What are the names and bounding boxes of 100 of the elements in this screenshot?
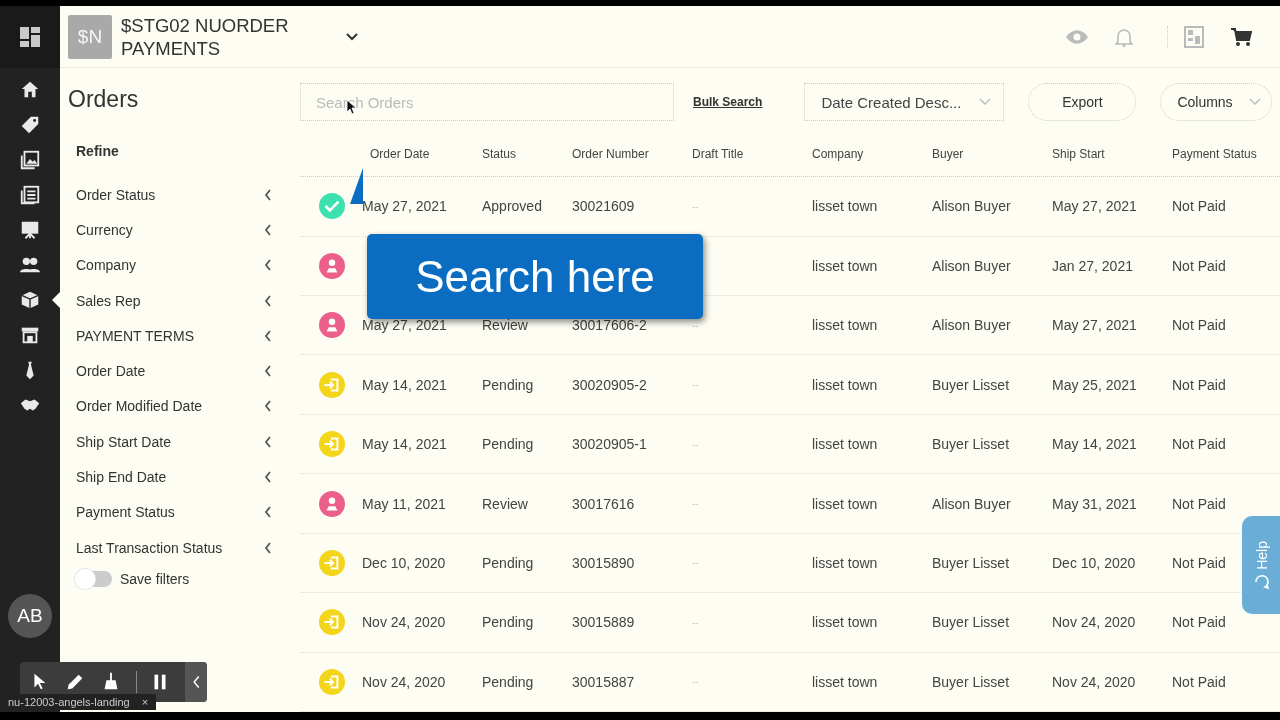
callout-pointer [349,168,363,206]
chevron-left-icon[interactable] [264,365,272,378]
table-cell: lisset town [812,317,878,334]
table-cell: May 14, 2021 [362,436,447,453]
pending-status-icon [319,371,345,398]
table-cell: 30015890 [572,554,635,571]
table-cell: Alison Buyer [932,495,1011,512]
table-cell: May 11, 2021 [362,495,446,512]
table-cell: Pending [482,376,534,393]
table-cell: lisset town [812,198,878,215]
toggle-label: Save filters [120,571,190,588]
filter-item[interactable]: Sales Rep [76,292,141,309]
column-header[interactable]: Buyer [932,147,964,162]
table-cell: Buyer Lisset [932,554,1010,571]
chevron-left-icon[interactable] [185,662,207,702]
filter-item[interactable]: Last Transaction Status [76,539,223,556]
column-header[interactable]: Order Date [362,147,430,162]
filter-item[interactable]: Ship Start Date [76,433,171,450]
empty-cell-mark: -- [692,319,699,331]
column-header[interactable]: Status [482,147,517,162]
chevron-down-icon[interactable] [345,31,359,42]
table-cell: May 27, 2021 [1052,198,1137,215]
chevron-left-icon[interactable] [264,541,272,554]
table-cell: Buyer Lisset [932,376,1010,393]
table-cell: lisset town [812,436,878,453]
review-status-icon [319,312,345,339]
chevron-left-icon[interactable] [264,294,272,307]
table-cell: Not Paid [1172,673,1226,690]
close-button[interactable]: × [141,696,149,708]
approved-status-icon [319,193,345,220]
table-cell: Nov 24, 2020 [1052,673,1136,690]
chevron-left-icon[interactable] [264,435,272,448]
chat-bubble-icon [1255,575,1269,590]
column-header[interactable]: Company [812,147,864,162]
filter-item[interactable]: Order Date [76,363,146,380]
table-cell: lisset town [812,257,878,274]
callout-label: Search here [367,234,703,319]
empty-cell-mark: -- [692,676,699,688]
empty-cell-mark: -- [692,200,699,212]
table-cell: lisset town [812,614,878,631]
chevron-left-icon[interactable] [264,188,272,201]
filter-item[interactable]: PAYMENT TERMS [76,327,194,344]
table-cell: May 27, 2021 [362,317,447,334]
cart-icon[interactable] [1230,26,1252,47]
table-cell: lisset town [812,554,878,571]
empty-cell-mark: -- [692,438,699,450]
table-cell: Alison Buyer [932,198,1011,215]
column-header[interactable]: Payment Status [1172,147,1257,162]
table-cell: May 31, 2021 [1052,495,1137,512]
table-cell: Pending [482,554,534,571]
recording-tag: nu-12003-angels-landing [8,696,130,708]
review-status-icon [319,252,345,279]
filter-item[interactable]: Payment Status [76,504,175,521]
column-header[interactable]: Draft Title [692,147,744,162]
page-title: Orders [68,86,140,113]
user-avatar[interactable]: AB [8,594,52,638]
chevron-left-icon[interactable] [264,506,272,519]
table-cell: May 14, 2021 [362,376,447,393]
filter-item[interactable]: Company [76,257,136,274]
table-cell: Not Paid [1172,614,1226,631]
chevron-left-icon[interactable] [264,329,272,342]
chevron-down-icon [1249,98,1262,107]
filter-item[interactable]: Currency [76,221,133,238]
sort-dropdown[interactable]: Date Created Desc... [804,83,1005,122]
empty-cell-mark: -- [692,557,699,569]
table-cell: Buyer Lisset [932,673,1010,690]
table-cell: Not Paid [1172,554,1226,571]
table-cell: Pending [482,673,534,690]
table-cell: Not Paid [1172,317,1226,334]
dashboard-icon[interactable] [19,26,41,48]
chevron-down-icon [979,98,992,107]
table-cell: Not Paid [1172,436,1226,453]
chevron-left-icon[interactable] [264,259,272,272]
refine-heading: Refine [76,143,120,159]
table-cell: 30017616 [572,495,635,512]
chevron-left-icon[interactable] [264,400,272,413]
chevron-left-icon[interactable] [264,471,272,483]
filter-item[interactable]: Ship End Date [76,469,167,485]
table-cell: 30015889 [572,614,635,631]
column-header[interactable]: Ship Start [1052,147,1105,162]
table-cell: Nov 24, 2020 [362,614,446,631]
table-cell: Not Paid [1172,198,1226,215]
toggle-switch[interactable] [76,571,112,588]
gallery-icon[interactable] [19,148,41,171]
company-logo: $N [68,14,112,59]
table-cell: lisset town [812,376,878,393]
table-cell: lisset town [812,673,878,690]
filter-item[interactable]: Order Status [76,186,156,203]
column-header[interactable]: Order Number [572,147,649,162]
table-cell: May 14, 2021 [1052,436,1137,453]
catalog-icon[interactable] [19,183,41,206]
pending-status-icon [319,549,345,576]
chevron-left-icon[interactable] [264,223,272,236]
bulk-search-link[interactable]: Bulk Search [693,95,763,110]
table-cell: 30020905-1 [572,436,647,453]
pending-status-icon [319,609,345,636]
table-cell: lisset town [812,495,878,512]
table-cell: Buyer Lisset [932,436,1010,453]
filter-item[interactable]: Order Modified Date [76,398,203,415]
table-cell: Not Paid [1172,495,1226,512]
